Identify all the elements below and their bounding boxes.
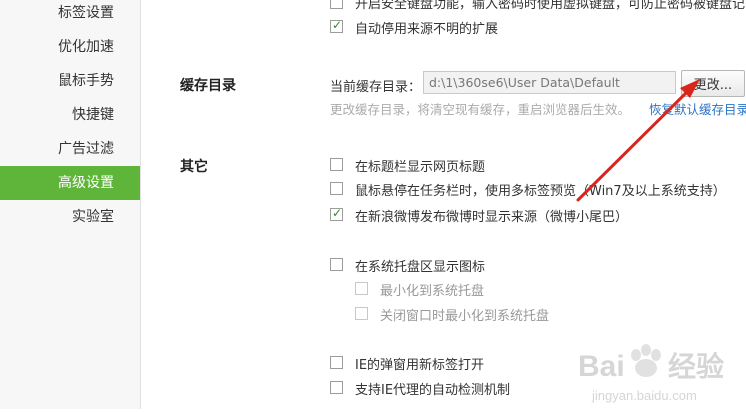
baidu-jingyan-watermark: Bai 经验 jingyan.baidu.com bbox=[578, 338, 746, 409]
svg-text:Bai: Bai bbox=[578, 350, 625, 383]
svg-text:经验: 经验 bbox=[668, 350, 724, 382]
svg-text:jingyan.baidu.com: jingyan.baidu.com bbox=[591, 388, 697, 403]
baidu-logo: Bai 经验 jingyan.baidu.com bbox=[578, 344, 724, 403]
